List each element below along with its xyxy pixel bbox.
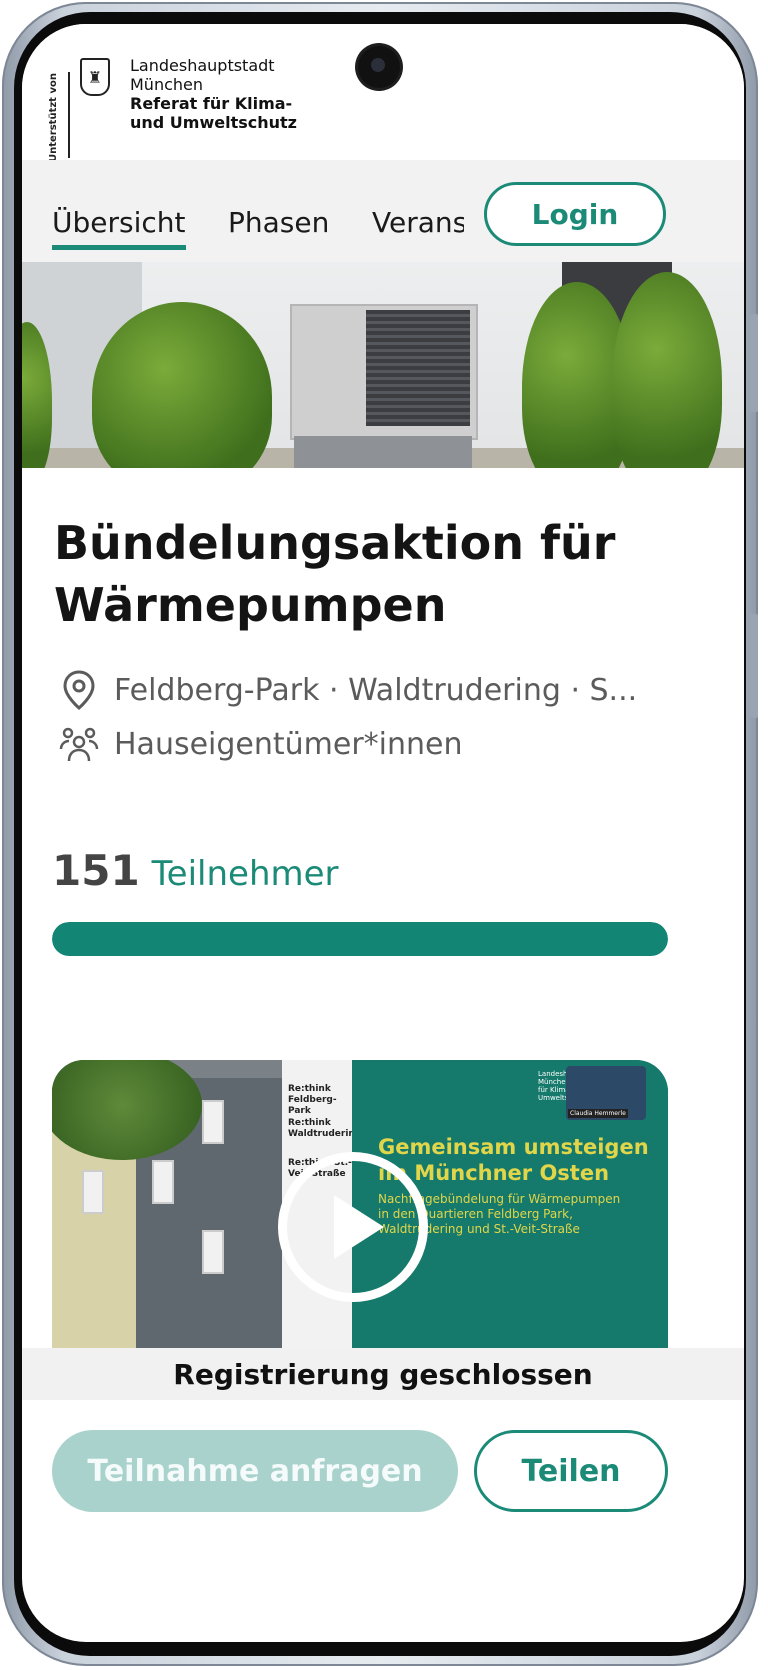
- video-window: [202, 1100, 224, 1144]
- strip-item-2: Re:think Waldtrudering: [288, 1118, 362, 1139]
- screen: Unterstützt von ♜ Landeshauptstadt Münch…: [22, 24, 744, 1642]
- front-camera: [358, 46, 400, 88]
- video-window: [152, 1160, 174, 1204]
- play-icon[interactable]: [278, 1152, 428, 1302]
- audience-row: Hauseigentümer*innen: [58, 724, 463, 764]
- location-pin-icon: [58, 670, 100, 710]
- page-title: Bündelungsaktion für Wärmepumpen: [54, 516, 616, 632]
- speaker-camera-feed: Claudia Hemmerle: [566, 1066, 646, 1120]
- tab-events[interactable]: Veranstaltungen: [372, 206, 464, 239]
- video-window: [202, 1230, 224, 1274]
- hero-image: [22, 262, 744, 468]
- site-header: Unterstützt von ♜ Landeshauptstadt Münch…: [22, 24, 744, 162]
- organization-name[interactable]: Landeshauptstadt München Referat für Kli…: [130, 56, 297, 132]
- participation-progress-bar: [52, 922, 668, 956]
- audience-text: Hauseigentümer*innen: [114, 726, 463, 762]
- participant-number: 151: [52, 846, 140, 895]
- video-player[interactable]: Re:think Feldberg-Park Re:think Waldtrud…: [52, 1060, 668, 1360]
- tab-events-clip: Veranstaltungen: [372, 200, 464, 260]
- power-button: [750, 614, 758, 718]
- location-row: Feldberg-Park · Waldtrudering · S...: [58, 670, 637, 710]
- header-divider: [68, 72, 70, 158]
- strip-item-1: Re:think Feldberg-Park: [288, 1084, 337, 1116]
- share-button[interactable]: Teilen: [474, 1430, 668, 1512]
- registration-status-banner: Registrierung geschlossen: [22, 1348, 744, 1400]
- org-line-3: Referat für Klima-: [130, 94, 293, 113]
- heat-pump-base: [294, 436, 472, 468]
- org-line-4: und Umweltschutz: [130, 113, 297, 132]
- slide-heading: Gemeinsam umsteigen im Münchner Osten: [378, 1135, 649, 1185]
- progress-fill: [52, 922, 668, 956]
- participant-count: 151 Teilnehmer: [52, 846, 339, 895]
- tab-overview[interactable]: Übersicht: [52, 206, 186, 250]
- speaker-name: Claudia Hemmerle: [568, 1109, 628, 1118]
- login-button[interactable]: Login: [484, 182, 666, 246]
- heat-pump-grille: [366, 310, 470, 426]
- org-line-1: Landeshauptstadt: [130, 56, 275, 75]
- tab-bar: Übersicht Phasen Veranstaltungen Login: [22, 160, 744, 262]
- tab-phases[interactable]: Phasen: [228, 206, 329, 239]
- participant-label: Teilnehmer: [151, 854, 339, 894]
- video-window: [82, 1170, 104, 1214]
- org-line-2: München: [130, 75, 204, 94]
- request-participation-button[interactable]: Teilnahme anfragen: [52, 1430, 458, 1512]
- volume-button: [750, 314, 758, 412]
- location-text: Feldberg-Park · Waldtrudering · S...: [114, 672, 638, 708]
- phone-frame: Unterstützt von ♜ Landeshauptstadt Münch…: [2, 2, 758, 1666]
- people-group-icon: [58, 724, 100, 764]
- supported-by-label: Unterstützt von: [48, 73, 59, 162]
- munich-crest-icon[interactable]: ♜: [80, 58, 110, 96]
